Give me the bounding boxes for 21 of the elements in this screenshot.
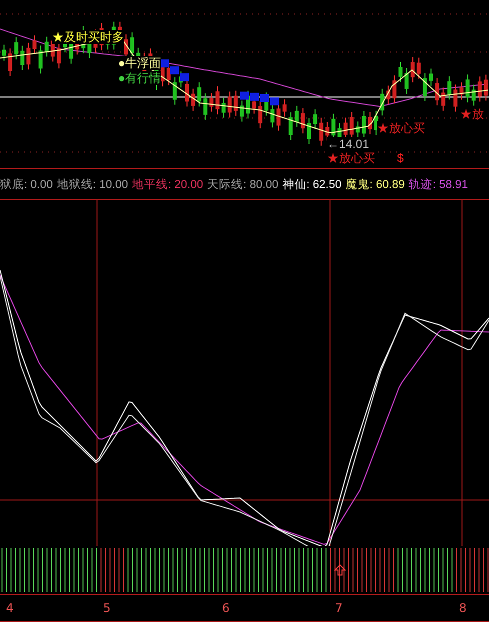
signal-label: ★放 xyxy=(460,107,484,121)
axis-label: 5 xyxy=(103,601,111,615)
indicator-readout: 地平线: 20.00 xyxy=(132,178,204,192)
signal-label: ●牛浮面 xyxy=(118,56,162,70)
up-arrow-icon xyxy=(334,564,346,576)
indicator-readout: 轨迹: 58.91 xyxy=(408,177,468,192)
signal-label: $ xyxy=(397,151,404,165)
indicator-readout: 魔鬼: 60.89 xyxy=(346,177,405,192)
indicator-readout: 天际线: 80.00 xyxy=(207,178,278,192)
signal-label: ●有行情 xyxy=(118,71,162,85)
signal-label: ←14.01 xyxy=(327,137,370,151)
indicator-readout: 神仙: 62.50 xyxy=(282,178,342,192)
axis-label: 8 xyxy=(459,601,467,615)
signal-label: ★及时买时多 xyxy=(52,30,124,44)
indicator-readout: 狱底: 0.00 xyxy=(0,177,53,192)
axis-label: 7 xyxy=(335,601,343,615)
axis-label: 6 xyxy=(222,601,230,615)
signal-label: ★放心买 xyxy=(327,151,375,165)
indicator-readout: 地狱线: 10.00 xyxy=(56,178,128,192)
axis-label: 4 xyxy=(6,601,14,615)
signal-label: ★放心买 xyxy=(377,121,425,135)
